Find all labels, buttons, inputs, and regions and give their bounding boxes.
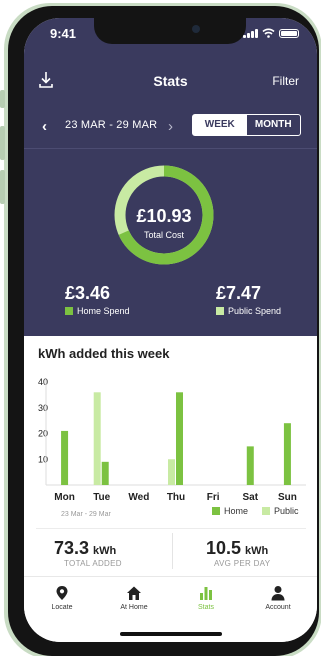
home-swatch [65, 307, 73, 315]
period-week-option[interactable]: WEEK [193, 115, 247, 135]
header: Stats Filter [24, 70, 317, 94]
tab-locate[interactable]: Locate [32, 585, 92, 611]
side-button [0, 126, 5, 160]
date-range-label: 23 MAR - 29 MAR [65, 119, 158, 131]
user-icon [271, 586, 285, 601]
side-button [0, 170, 5, 204]
bar-public [93, 392, 101, 485]
total-cost-label: Total Cost [143, 230, 185, 240]
avg-per-day-label: AVG PER DAY [214, 559, 271, 568]
bar-home [176, 392, 183, 485]
legend-public: Public [262, 506, 299, 516]
public-spend-legend: Public Spend [216, 306, 281, 316]
signal-icon [243, 29, 258, 38]
x-tick-label: Sun [278, 492, 297, 503]
avg-per-day-value: 10.5 [206, 538, 242, 558]
x-tick-label: Tue [93, 492, 110, 503]
kwh-bar-chart: 10 20 30 40 Mon Tue Wed Thu Fri Sat Sun [38, 377, 306, 503]
tab-account-label: Account [265, 604, 291, 611]
tab-at-home-label: At Home [120, 604, 148, 611]
bar-home [61, 430, 69, 485]
legend-home-label: Home [224, 506, 249, 516]
period-month-option[interactable]: MONTH [247, 115, 301, 135]
status-time: 9:41 [50, 26, 77, 41]
public-spend-value: £7.47 [216, 283, 262, 303]
x-tick-label: Mon [54, 492, 75, 503]
x-tick-label: Fri [207, 492, 220, 503]
status-icons [243, 28, 299, 38]
date-navigator: ‹ 23 MAR - 29 MAR › WEEK MONTH [24, 114, 317, 138]
avg-per-day-unit: kWh [245, 545, 269, 557]
avg-per-day-stat: 10.5 kWh [206, 538, 268, 559]
notch [94, 18, 246, 44]
chevron-right-icon[interactable]: › [168, 118, 173, 135]
public-spend-label: Public Spend [228, 306, 282, 316]
home-indicator [120, 632, 222, 636]
bar-chart-icon [200, 587, 212, 600]
total-added-unit: kWh [93, 545, 117, 557]
bar-home [101, 461, 109, 485]
legend-public-label: Public [274, 506, 299, 516]
tab-stats[interactable]: Stats [176, 585, 236, 611]
location-pin-icon [56, 586, 68, 600]
tab-locate-label: Locate [51, 604, 73, 611]
y-tick-label: 10 [38, 454, 48, 464]
bar-home [246, 446, 254, 485]
battery-icon [279, 29, 299, 38]
home-icon [127, 586, 141, 600]
public-swatch [216, 307, 224, 315]
y-tick-label: 30 [38, 403, 48, 413]
legend-home-swatch [212, 507, 220, 515]
y-tick-label: 20 [38, 429, 48, 439]
tab-stats-label: Stats [198, 604, 214, 611]
app-screen: 9:41 Stats Filter ‹ 23 MAR - 29 MAR › WE… [24, 18, 317, 642]
home-spend-label: Home Spend [77, 306, 130, 316]
chart-date-caption: 23 Mar - 29 Mar [61, 511, 111, 518]
total-added-stat: 73.3 kWh [54, 538, 116, 559]
period-toggle: WEEK MONTH [192, 114, 301, 136]
tab-account[interactable]: Account [248, 585, 308, 611]
x-tick-label: Wed [128, 492, 149, 503]
chevron-left-icon[interactable]: ‹ [42, 118, 47, 135]
total-added-label: TOTAL ADDED [64, 559, 122, 568]
side-button [0, 90, 5, 108]
divider [24, 148, 317, 149]
x-tick-label: Sat [243, 492, 259, 503]
bar-home [283, 423, 291, 485]
bar-public [168, 459, 175, 485]
status-bar: 9:41 [24, 18, 317, 48]
total-cost-value: £10.93 [136, 206, 192, 226]
filter-button[interactable]: Filter [272, 74, 299, 88]
stats-divider [172, 533, 173, 569]
legend-home: Home [212, 506, 248, 516]
wifi-icon [262, 28, 275, 38]
home-spend-legend: Home Spend [65, 306, 130, 316]
tab-at-home[interactable]: At Home [104, 585, 164, 611]
camera-icon [192, 25, 200, 33]
x-tick-label: Thu [167, 492, 185, 503]
y-tick-label: 40 [38, 377, 48, 387]
home-spend-value: £3.46 [65, 283, 111, 303]
legend-public-swatch [262, 507, 270, 515]
usage-title: kWh added this week [38, 346, 170, 361]
total-added-value: 73.3 [54, 538, 90, 558]
divider [36, 528, 306, 529]
